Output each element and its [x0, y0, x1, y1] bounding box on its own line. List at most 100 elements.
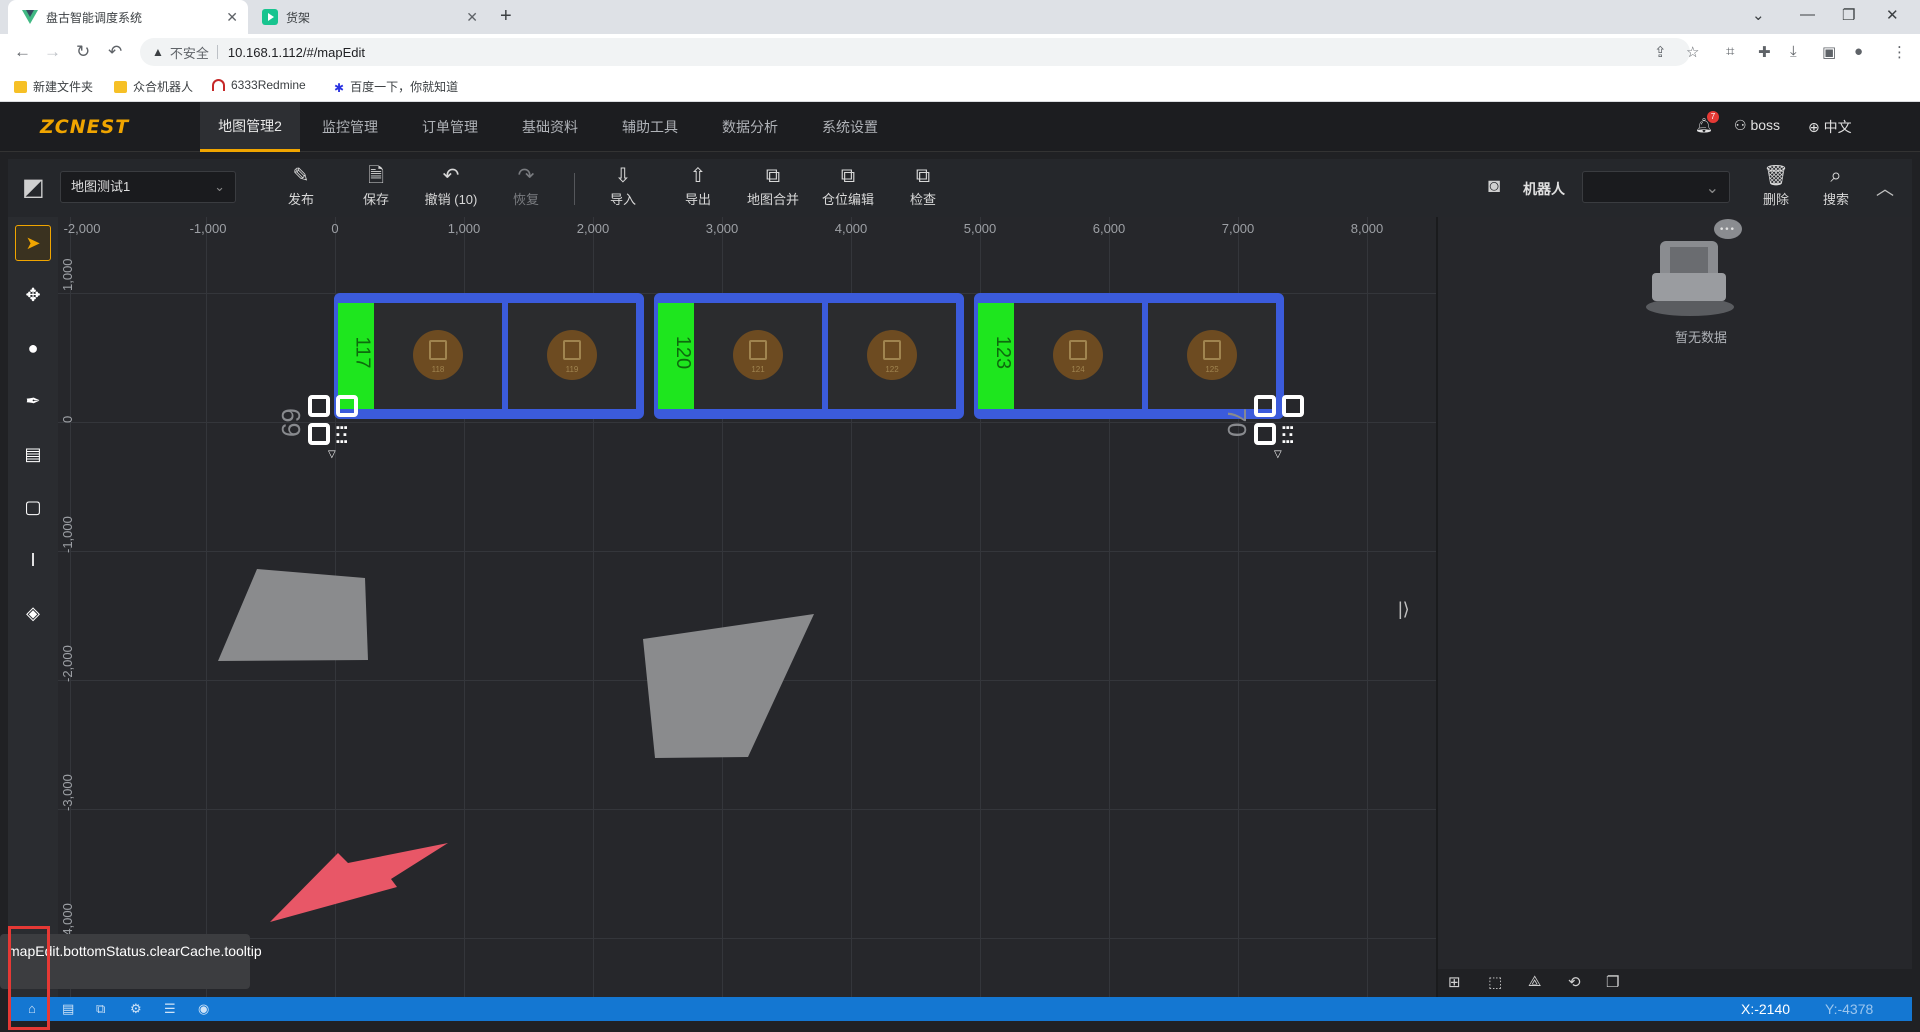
area-polygon[interactable]	[643, 614, 814, 758]
tool-rail: ➤ ✥ ● ✒ ▤ ▢ I ◈	[8, 217, 58, 997]
language-label: 中文	[1823, 119, 1852, 135]
button-label: 导出	[684, 192, 711, 207]
bookmark-folder[interactable]: 众合机器人	[114, 78, 193, 95]
menu-settings[interactable]: 系统设置	[800, 102, 900, 152]
share-icon[interactable]: ⇪	[1654, 43, 1667, 61]
shelf-tool-icon[interactable]: ▤	[15, 436, 51, 472]
menu-orders[interactable]: 订单管理	[400, 102, 500, 152]
close-tab-icon[interactable]: ✕	[466, 9, 478, 26]
undo-button[interactable]: ↶ 撤销 (10)	[416, 163, 486, 208]
redo-icon: ↷	[517, 165, 535, 187]
download-icon[interactable]: ⤓	[1790, 43, 1797, 60]
area-polygon[interactable]	[218, 569, 368, 661]
export-icon: ⇧	[689, 165, 707, 187]
sidepanel-icon[interactable]: ▣	[1822, 43, 1836, 61]
new-tab-icon[interactable]: +	[500, 5, 512, 28]
vue-logo-icon	[22, 9, 38, 25]
slot-edit-button[interactable]: ⧉ 仓位编辑	[813, 163, 883, 208]
pen-tool-icon[interactable]: ✒	[15, 383, 51, 419]
redo-button[interactable]: ↷ 恢复	[491, 163, 561, 208]
merge-icon: ⧉	[765, 165, 781, 187]
check-button[interactable]: ⧉ 检查	[888, 163, 958, 208]
station-tool-icon[interactable]: ▢	[15, 489, 51, 525]
forward-icon[interactable]: →	[44, 42, 61, 62]
close-tab-icon[interactable]: ✕	[226, 9, 238, 26]
button-label: 恢复	[512, 192, 539, 207]
undo-icon: ↶	[442, 165, 460, 187]
annotation-arrow	[270, 843, 448, 922]
menu-monitoring[interactable]: 监控管理	[300, 102, 400, 152]
expand-panel-icon[interactable]: |⟩	[1398, 599, 1410, 620]
map-layers-icon[interactable]: ◩	[22, 173, 45, 202]
bookmarks-bar: 新建文件夹 众合机器人 6333Redmine ✱ 百度一下，你就知道	[0, 70, 1920, 102]
menu-map-management[interactable]: 地图管理2	[200, 102, 300, 152]
delete-button[interactable]: 🗑︎ 删除	[1746, 163, 1806, 208]
history-back-icon[interactable]: ↶	[108, 42, 122, 62]
robot-icon: ◙	[1488, 175, 1501, 197]
bookmark-label: 百度一下，你就知道	[350, 80, 459, 94]
star-icon[interactable]: ☆	[1686, 43, 1699, 61]
bookmark-label: 新建文件夹	[33, 80, 94, 94]
trash-icon: 🗑︎	[1763, 165, 1789, 187]
status-bar: ⌂ ▤ ⧉ ⚙ ☰ ◉ X:-2140 Y:-4378	[8, 997, 1912, 1021]
area-tool-icon[interactable]: ◈	[15, 595, 51, 631]
publish-button[interactable]: ✎ 发布	[266, 163, 336, 208]
import-button[interactable]: ⇩ 导入	[588, 163, 658, 208]
restore-icon[interactable]: ❐	[1842, 6, 1855, 24]
move-tool-icon[interactable]: ✥	[15, 277, 51, 313]
list-icon[interactable]: ☰	[164, 1001, 176, 1017]
map-canvas[interactable]: -2,000 -1,000 0 1,000 2,000 3,000 4,000 …	[58, 217, 1436, 997]
eye-icon[interactable]: ◉	[198, 1001, 209, 1017]
rotate-icon[interactable]: ⟲	[1568, 973, 1581, 991]
extensions-icon[interactable]: ✚	[1758, 43, 1771, 61]
user-menu[interactable]: ⚇ boss	[1734, 117, 1780, 134]
profile-icon[interactable]: ●	[1854, 43, 1863, 60]
search-button[interactable]: ⌕ 搜索	[1806, 163, 1866, 208]
back-icon[interactable]: ←	[14, 42, 31, 62]
chevron-down-icon: ⌄	[1705, 180, 1719, 197]
export-button[interactable]: ⇧ 导出	[663, 163, 733, 208]
notification-badge: 7	[1707, 111, 1719, 123]
url-text: 10.168.1.112/#/mapEdit	[227, 44, 365, 60]
browser-tab-bar: 盘古智能调度系统 ✕ 货架 ✕ + ⌄ — ❐ ✕	[0, 0, 1920, 34]
text-tool-icon[interactable]: I	[15, 542, 51, 578]
menu-tools[interactable]: 辅助工具	[600, 102, 700, 152]
mirror-icon[interactable]: ⟁	[1528, 973, 1541, 990]
language-switch[interactable]: ⊕ 中文	[1808, 117, 1852, 137]
grid-icon[interactable]: ⊞	[1448, 973, 1461, 991]
crop-icon[interactable]: ⌗	[1726, 43, 1734, 60]
map-select[interactable]: 地图测试1 ⌄	[60, 171, 236, 203]
button-label: 导入	[609, 192, 636, 207]
bookmark-folder[interactable]: 新建文件夹	[14, 78, 93, 95]
select-tool-icon[interactable]: ➤	[15, 225, 51, 261]
globe-icon: ⊕	[1808, 119, 1820, 135]
menu-analytics[interactable]: 数据分析	[700, 102, 800, 152]
x-coordinate: X:-2140	[1741, 1001, 1791, 1017]
save-button[interactable]: 🗎︎ 保存	[341, 163, 411, 208]
menu-basic-data[interactable]: 基础资料	[500, 102, 600, 152]
app-header: ZCNEST 地图管理2 监控管理 订单管理 基础资料 辅助工具 数据分析 系统…	[0, 102, 1920, 152]
tab-shelf[interactable]: 货架 ✕	[248, 0, 488, 34]
robot-select[interactable]: ⌄	[1582, 171, 1730, 203]
url-field[interactable]: ▲ 不安全 10.168.1.112/#/mapEdit	[140, 38, 1690, 66]
edit-icon: ✎	[292, 165, 310, 187]
point-tool-icon[interactable]: ●	[15, 330, 51, 366]
collapse-icon[interactable]: ︿	[1876, 175, 1894, 201]
frame-select-icon[interactable]: ⬚	[1488, 973, 1502, 991]
tab-search-icon[interactable]: ⌄	[1752, 6, 1765, 24]
copy-icon[interactable]: ❐	[1606, 973, 1619, 991]
merge-map-button[interactable]: ⧉ 地图合并	[738, 163, 808, 208]
security-label: 不安全	[169, 45, 209, 61]
divider	[216, 45, 218, 59]
minimize-icon[interactable]: —	[1800, 6, 1815, 23]
reload-icon[interactable]: ↻	[76, 42, 90, 62]
bookmark-redmine[interactable]: 6333Redmine	[212, 78, 306, 92]
layers-icon[interactable]: ⧉	[96, 1001, 105, 1017]
tab-pangu[interactable]: 盘古智能调度系统 ✕	[8, 0, 248, 34]
bookmark-baidu[interactable]: ✱ 百度一下，你就知道	[334, 78, 458, 95]
close-window-icon[interactable]: ✕	[1886, 6, 1899, 24]
highlight-box	[8, 926, 50, 1030]
document-icon[interactable]: ▤	[62, 1001, 74, 1017]
settings-icon[interactable]: ⚙	[130, 1001, 142, 1017]
more-icon[interactable]: ⋮	[1892, 43, 1907, 61]
